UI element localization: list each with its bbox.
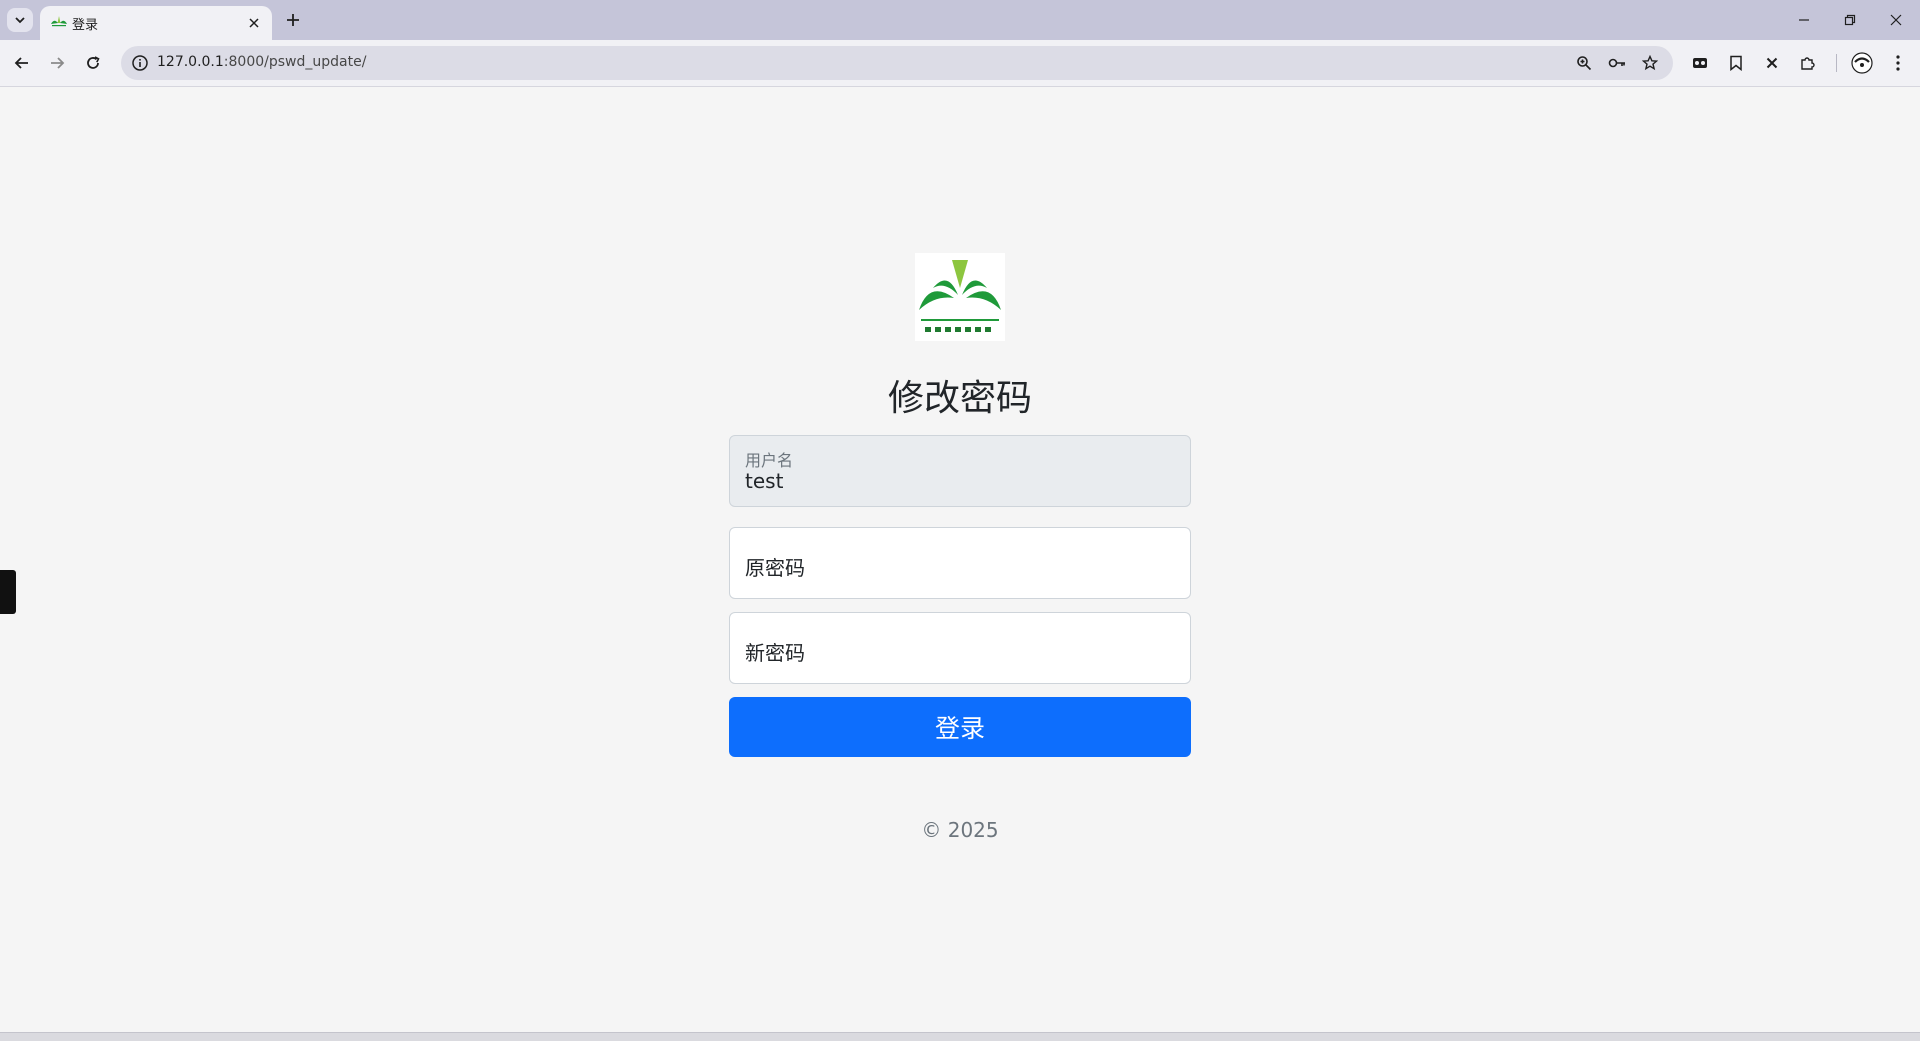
close-icon [1890,14,1902,26]
reload-icon [87,56,100,69]
restore-button[interactable] [1827,5,1873,35]
leaf-logo-icon [51,16,67,27]
url-host: 127.0.0.1 [157,54,224,70]
username-label: 用户名 [745,451,794,470]
url-text[interactable]: 127.0.0.1:8000/pswd_update/ [157,54,366,70]
leaf-logo-icon [919,260,1001,332]
browser-toolbar: 127.0.0.1:8000/pswd_update/ [0,40,1920,87]
copyright-text: © 2025 [921,818,999,842]
new-tab-button[interactable] [282,9,304,31]
extension-button[interactable] [1687,50,1713,76]
back-button[interactable] [9,50,35,76]
tab-close-button[interactable] [244,13,264,33]
bookmark-icon [1730,55,1742,71]
site-logo [915,253,1005,341]
x-extension-icon [1766,57,1778,69]
page-title: 修改密码 [887,378,1032,419]
puzzle-icon [1801,57,1815,70]
browser-tab[interactable]: 登录 [40,6,272,40]
forward-button[interactable] [44,50,70,76]
tab-strip: 登录 [0,0,1920,40]
avatar [1851,52,1873,74]
arrow-right-icon [51,57,65,69]
minimize-icon [1799,19,1809,21]
reload-button[interactable] [80,50,106,76]
username-field[interactable]: 用户名 test [729,435,1191,507]
password-manager-button[interactable] [1606,52,1628,74]
side-widget-handle[interactable] [0,570,16,614]
tab-search-button[interactable] [7,8,33,32]
url-path: :8000/pswd_update/ [223,54,367,70]
key-icon [1608,58,1625,68]
zoom-button[interactable] [1573,52,1595,74]
arrow-left-icon [14,57,28,69]
extension-x-button[interactable] [1759,50,1785,76]
extension-mask-icon [1693,58,1707,68]
chevron-down-icon [15,17,25,24]
page-content: 修改密码 用户名 test 原密码 新密码 登录 © 2025 [0,87,1920,1032]
plus-icon [287,14,299,26]
submit-button[interactable]: 登录 [729,697,1191,757]
window-close-button[interactable] [1873,5,1919,35]
address-bar[interactable]: 127.0.0.1:8000/pswd_update/ [121,46,1673,80]
restore-icon [1844,14,1856,26]
bookmarks-button[interactable] [1723,50,1749,76]
browser-menu-button[interactable] [1885,50,1911,76]
info-icon[interactable] [131,54,149,72]
toolbar-separator [1836,54,1837,72]
minimize-button[interactable] [1781,5,1827,35]
old-password-placeholder: 原密码 [745,556,805,580]
new-password-input[interactable]: 新密码 [729,612,1191,684]
zoom-icon [1577,56,1592,71]
tab-title: 登录 [72,18,99,33]
star-icon [1642,55,1658,71]
new-password-placeholder: 新密码 [745,641,805,665]
extensions-menu-button[interactable] [1795,50,1821,76]
username-value: test [745,469,784,493]
profile-button[interactable] [1849,50,1875,76]
close-icon [249,18,259,28]
more-vertical-icon [1896,55,1900,71]
bookmark-star-button[interactable] [1639,52,1661,74]
old-password-input[interactable]: 原密码 [729,527,1191,599]
